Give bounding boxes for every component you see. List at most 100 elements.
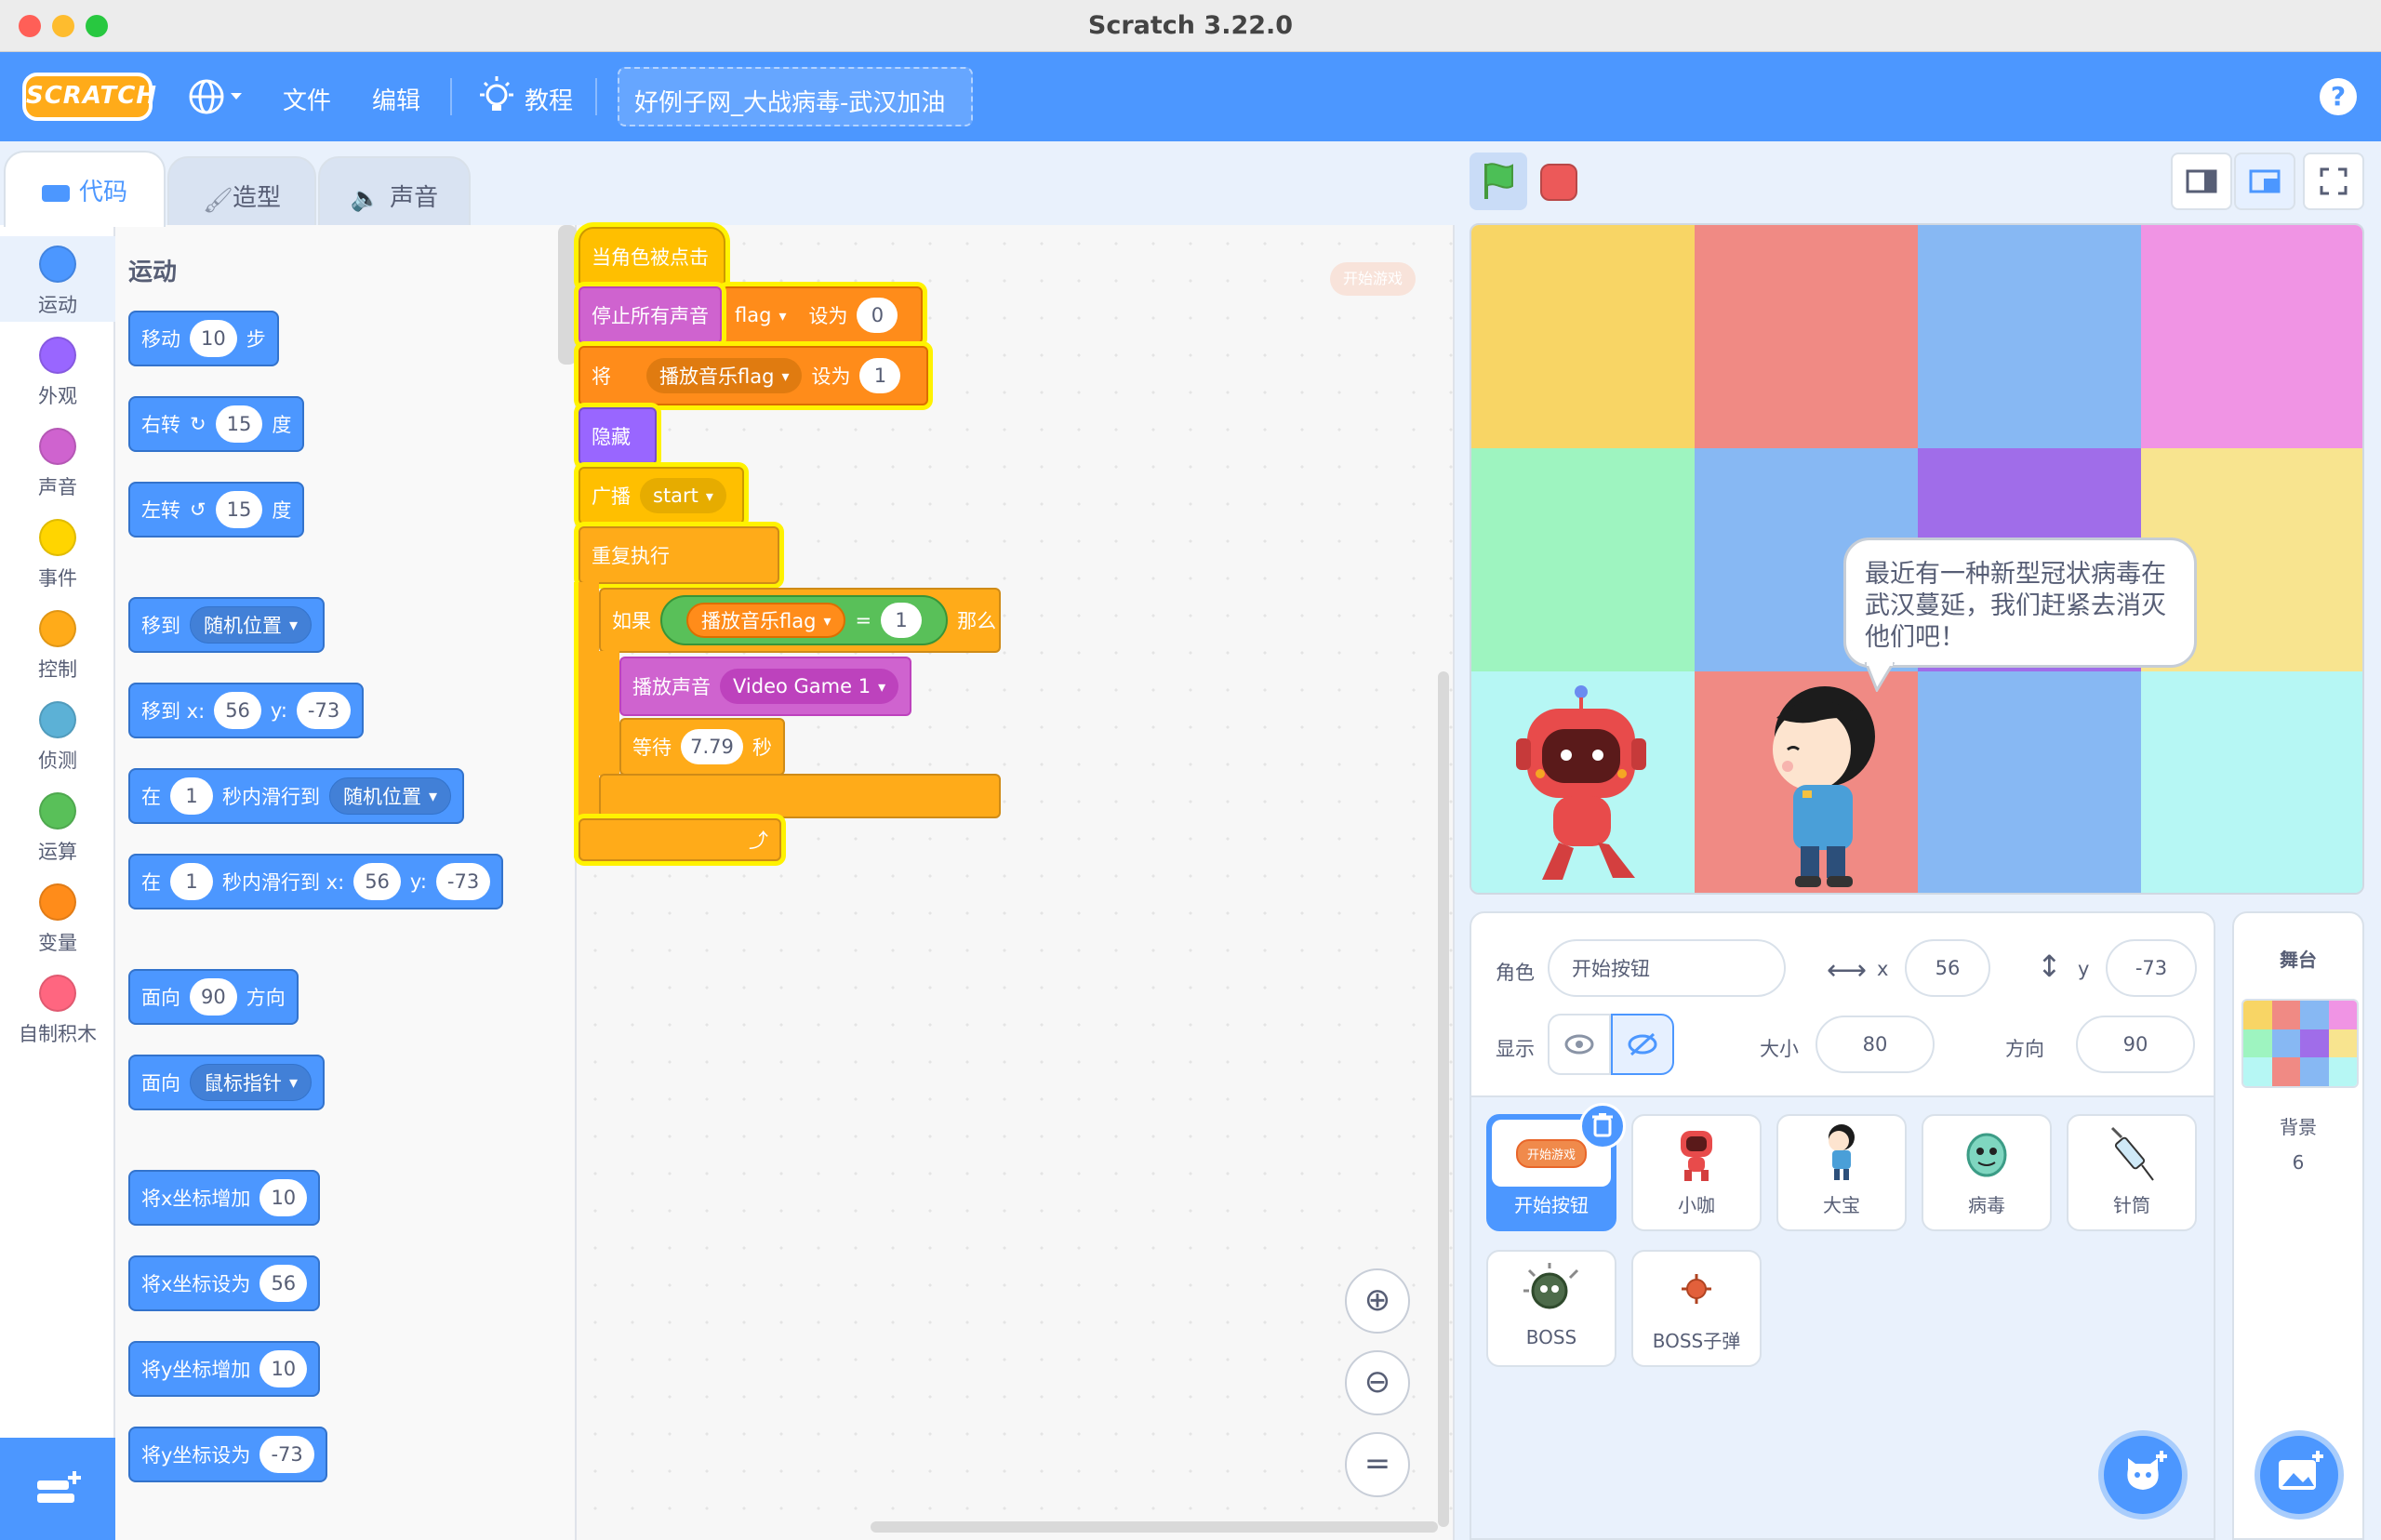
block-set-y[interactable]: 将y坐标设为 -73 [128,1427,327,1482]
project-title-input[interactable]: 好例子网_大战病毒-武汉加油 [618,67,973,126]
x-input[interactable]: 56 [1905,939,1990,997]
stop-button[interactable] [1540,164,1577,201]
robot-sprite[interactable] [1509,681,1657,895]
category-sensing[interactable]: 侦测 [0,692,115,774]
zoom-in-button[interactable]: ⊕ [1345,1268,1410,1334]
block-input[interactable]: 90 [190,978,237,1016]
message-dropdown[interactable]: start [640,478,726,513]
sound-dropdown[interactable]: Video Game 1 [720,669,899,704]
green-flag-button[interactable] [1470,153,1527,210]
edit-menu[interactable]: 编辑 [372,82,420,116]
workspace-vertical-scrollbar[interactable] [1438,671,1449,1527]
set-play-music-flag-block[interactable]: 将 播放音乐flag 设为 1 [579,346,928,405]
forever-block[interactable]: 重复执行 [579,526,779,584]
file-menu[interactable]: 文件 [283,82,331,116]
block-input[interactable]: -73 [435,863,491,900]
palette-scrollbar[interactable] [558,225,577,365]
tab-sounds[interactable]: 🔈 声音 [318,156,471,225]
language-menu[interactable] [186,73,246,121]
play-sound-block[interactable]: 播放声音 Video Game 1 [619,657,911,716]
tab-code[interactable]: 代码 [4,151,166,227]
boy-sprite[interactable] [1750,681,1890,895]
sprite-card-virus[interactable]: 病毒 [1922,1114,2052,1231]
block-input[interactable]: -73 [296,692,352,729]
block-move-steps[interactable]: 移动 10 步 [128,311,279,366]
zoom-out-button[interactable]: ⊖ [1345,1350,1410,1415]
block-input[interactable]: 56 [353,863,401,900]
help-button[interactable]: ? [2320,78,2357,115]
if-then-block[interactable]: 如果 播放音乐flag = 1 那么 [599,588,1001,653]
choose-sprite-button[interactable] [2098,1430,2188,1520]
fullscreen-button[interactable] [2303,153,2364,210]
sprite-card-syringe[interactable]: 针筒 [2067,1114,2197,1231]
wait-block[interactable]: 等待 7.79 秒 [619,718,785,776]
category-looks[interactable]: 外观 [0,327,115,409]
block-point-direction[interactable]: 面向 90 方向 [128,969,299,1025]
category-sound[interactable]: 声音 [0,418,115,500]
category-control[interactable]: 控制 [0,601,115,683]
choose-backdrop-button[interactable] [2255,1430,2344,1520]
category-motion[interactable]: 运动 [0,236,115,322]
scratch-logo[interactable]: SCRATCH [22,73,156,121]
sprite-card-boss-bullet[interactable]: BOSS子弹 [1631,1250,1762,1367]
block-input[interactable]: 1 [881,603,923,638]
equals-operator-block[interactable]: 播放音乐flag = 1 [660,595,949,645]
block-input[interactable]: 0 [857,298,898,333]
broadcast-block[interactable]: 广播 start [579,467,744,524]
sprite-card-boss[interactable]: BOSS [1486,1250,1616,1367]
category-operators[interactable]: 运算 [0,783,115,865]
block-dropdown[interactable]: 随机位置 [190,606,313,644]
sprite-card-dabao[interactable]: 大宝 [1776,1114,1907,1231]
block-input[interactable]: -73 [259,1436,314,1473]
block-input[interactable]: 56 [259,1265,308,1302]
block-change-y[interactable]: 将y坐标增加 10 [128,1341,321,1397]
size-input[interactable]: 80 [1816,1016,1935,1073]
tutorials-menu[interactable]: 教程 [525,82,573,116]
direction-input[interactable]: 90 [2076,1016,2195,1073]
block-glide[interactable]: 在 1 秒内滑行到 随机位置 [128,768,465,824]
block-input[interactable]: 1 [170,863,213,900]
variable-dropdown[interactable]: flag [735,298,800,333]
block-input[interactable]: 15 [215,491,263,528]
show-sprite-button[interactable] [1548,1014,1611,1075]
block-set-x[interactable]: 将x坐标设为 56 [128,1255,321,1311]
small-stage-button[interactable] [2171,153,2232,210]
block-point-towards[interactable]: 面向 鼠标指针 [128,1055,326,1110]
sprite-card-xiaoka[interactable]: 小咖 [1631,1114,1762,1231]
block-change-x[interactable]: 将x坐标增加 10 [128,1170,321,1226]
sprite-name-input[interactable]: 开始按钮 [1548,939,1786,997]
code-workspace[interactable] [558,225,1455,1540]
block-input[interactable]: 1 [859,358,901,393]
variable-reporter[interactable]: 播放音乐flag [686,603,846,638]
hide-sprite-button[interactable] [1611,1014,1674,1075]
y-input[interactable]: -73 [2106,939,2197,997]
add-extension-button[interactable] [0,1438,115,1540]
zoom-reset-button[interactable]: = [1345,1432,1410,1497]
block-turn-left[interactable]: 左转 ↺ 15 度 [128,482,305,538]
block-goto-xy[interactable]: 移到 x: 56 y: -73 [128,683,365,738]
block-input[interactable]: 10 [190,320,237,357]
block-input[interactable]: 10 [259,1179,308,1216]
block-glide-xy[interactable]: 在 1 秒内滑行到 x: 56 y: -73 [128,854,504,909]
workspace-horizontal-scrollbar[interactable] [871,1521,1438,1533]
block-input[interactable]: 1 [170,777,213,815]
category-variables[interactable]: 变量 [0,874,115,956]
tab-costumes[interactable]: 🖌造型 [167,156,316,225]
set-variable-block[interactable]: flag 设为 0 [722,286,923,344]
block-turn-right[interactable]: 右转 ↻ 15 度 [128,396,305,452]
block-input[interactable]: 7.79 [681,729,743,764]
block-input[interactable]: 56 [214,692,261,729]
block-input[interactable]: 15 [215,405,263,443]
category-my-blocks[interactable]: 自制积木 [0,965,115,1047]
block-input[interactable]: 10 [259,1350,308,1387]
block-dropdown[interactable]: 随机位置 [329,777,452,815]
normal-stage-button[interactable] [2234,153,2295,210]
variable-dropdown[interactable]: 播放音乐flag [646,358,803,393]
stop-all-sounds-block[interactable]: 停止所有声音 [579,286,722,344]
delete-sprite-button[interactable] [1579,1103,1626,1149]
hat-when-sprite-clicked[interactable]: 当角色被点击 [579,227,725,286]
block-goto[interactable]: 移到 随机位置 [128,597,326,653]
hide-block[interactable]: 隐藏 [579,407,657,465]
block-dropdown[interactable]: 鼠标指针 [190,1064,313,1101]
category-events[interactable]: 事件 [0,510,115,591]
